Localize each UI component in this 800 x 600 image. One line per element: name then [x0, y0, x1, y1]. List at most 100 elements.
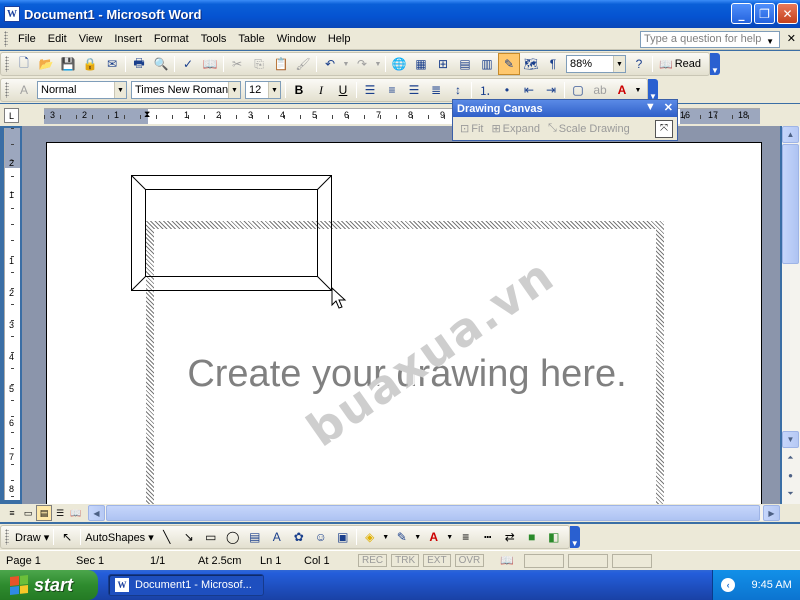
print-icon[interactable]: 🖶 [128, 53, 150, 75]
align-right-icon[interactable]: ☰ [403, 79, 425, 101]
autoshapes-menu-button[interactable]: AutoShapes ▾ [83, 531, 156, 544]
toolbar-grip[interactable] [5, 82, 9, 98]
menu-grip[interactable] [4, 30, 8, 47]
scroll-left-icon[interactable]: ◀ [88, 505, 105, 521]
paste-icon[interactable]: 📋 [270, 53, 292, 75]
toolbar-grip[interactable] [5, 56, 9, 72]
undo-dropdown-icon[interactable]: ▼ [341, 53, 351, 75]
toolbar-options-icon[interactable]: ▼ [569, 526, 580, 548]
font-select[interactable]: Times New Roman ▼ [131, 81, 241, 99]
cut-icon[interactable]: ✂ [226, 53, 248, 75]
document-map-icon[interactable]: 🗺 [520, 53, 542, 75]
status-ext[interactable]: EXT [423, 554, 451, 567]
numbering-icon[interactable]: ⒈ [474, 79, 496, 101]
text-box-icon[interactable]: ▤ [244, 526, 266, 548]
menu-window[interactable]: Window [271, 31, 322, 47]
columns-icon[interactable]: ▥ [476, 53, 498, 75]
tables-borders-icon[interactable]: ▦ [410, 53, 432, 75]
wordart-icon[interactable]: A [266, 526, 288, 548]
insert-table-icon[interactable]: ⊞ [432, 53, 454, 75]
toolbar-options-icon[interactable]: ▼ [710, 53, 720, 75]
horizontal-scroll-thumb[interactable] [106, 505, 760, 521]
menu-format[interactable]: Format [148, 31, 195, 47]
toolbar-options-icon[interactable]: ▼ [648, 79, 658, 101]
italic-button[interactable]: I [310, 79, 332, 101]
insert-excel-icon[interactable]: ▤ [454, 53, 476, 75]
start-button[interactable]: start [0, 570, 98, 600]
web-layout-icon[interactable]: ▭ [20, 505, 36, 521]
close-button[interactable]: ✕ [777, 3, 798, 24]
title-bar[interactable]: W Document1 - Microsoft Word _ ❐ ✕ [0, 0, 800, 28]
menu-view[interactable]: View [73, 31, 109, 47]
scroll-right-icon[interactable]: ▶ [763, 505, 780, 521]
print-preview-icon[interactable]: 🔍 [150, 53, 172, 75]
status-rec[interactable]: REC [358, 554, 388, 567]
spelling-status-icon[interactable]: 📖 [494, 554, 520, 567]
styles-formatting-icon[interactable]: A [13, 79, 35, 101]
open-folder-icon[interactable]: 📂 [35, 53, 57, 75]
document-page[interactable]: Create your drawing here. buaxua.vn [46, 142, 762, 504]
chevron-down-icon[interactable]: ▼ [268, 82, 280, 98]
font-size-select[interactable]: 12 ▼ [245, 81, 281, 99]
align-center-icon[interactable]: ≡ [381, 79, 403, 101]
font-color-dropdown-icon[interactable]: ▼ [445, 526, 455, 548]
spelling-icon[interactable]: ✓ [177, 53, 199, 75]
scroll-up-icon[interactable]: ▲ [782, 126, 799, 143]
draw-menu-button[interactable]: Draw ▾ [13, 531, 51, 544]
line-color-dropdown-icon[interactable]: ▼ [413, 526, 423, 548]
line-style-icon[interactable]: ≡ [455, 526, 477, 548]
decrease-indent-icon[interactable]: ⇤ [518, 79, 540, 101]
justify-icon[interactable]: ≣ [425, 79, 447, 101]
fill-color-icon[interactable]: ◈ [359, 526, 381, 548]
chevron-down-icon[interactable]: ▼ [114, 82, 126, 98]
status-ovr[interactable]: OVR [454, 554, 485, 567]
menu-table[interactable]: Table [232, 31, 270, 47]
fill-color-dropdown-icon[interactable]: ▼ [381, 526, 391, 548]
undo-icon[interactable]: ↶ [319, 53, 341, 75]
menu-help[interactable]: Help [322, 31, 357, 47]
research-icon[interactable]: 📖 [199, 53, 221, 75]
tray-expand-icon[interactable]: ‹ [721, 578, 736, 592]
menu-insert[interactable]: Insert [108, 31, 148, 47]
save-icon[interactable]: 💾 [57, 53, 79, 75]
expand-button[interactable]: ⊞ Expand [488, 122, 543, 136]
style-select[interactable]: Normal ▼ [37, 81, 127, 99]
font-color-dropdown-icon[interactable]: ▼ [633, 79, 643, 101]
help-search-input[interactable]: Type a question for help [640, 31, 780, 48]
picture-icon[interactable]: ▣ [332, 526, 354, 548]
increase-indent-icon[interactable]: ⇥ [540, 79, 562, 101]
menu-tools[interactable]: Tools [195, 31, 233, 47]
drawing-canvas-toolbar-title[interactable]: Drawing Canvas ▼ ✕ [453, 100, 677, 117]
select-objects-icon[interactable]: ↖ [56, 526, 78, 548]
format-painter-icon[interactable]: 🖌 [292, 53, 314, 75]
next-page-icon[interactable]: ⏷ [782, 485, 799, 502]
dash-style-icon[interactable]: ┅ [477, 526, 499, 548]
align-left-icon[interactable]: ☰ [359, 79, 381, 101]
bevel-shape[interactable] [131, 175, 332, 291]
drawing-icon[interactable]: ✎ [498, 53, 520, 75]
oval-tool-icon[interactable]: ◯ [222, 526, 244, 548]
help-dropdown-icon[interactable]: ▼ [766, 37, 774, 46]
chevron-down-icon[interactable]: ▼ [228, 82, 240, 98]
help-icon[interactable]: ? [628, 53, 650, 75]
diagram-icon[interactable]: ✿ [288, 526, 310, 548]
permission-icon[interactable]: 🔒 [79, 53, 101, 75]
taskbar-item-document1[interactable]: W Document1 - Microsof... [108, 574, 264, 596]
previous-page-icon[interactable]: ⏶ [782, 449, 799, 466]
indent-marker-icon[interactable]: ⧗ [144, 109, 150, 120]
arrow-style-icon[interactable]: ⇄ [499, 526, 521, 548]
status-trk[interactable]: TRK [391, 554, 420, 567]
shadow-style-icon[interactable]: ■ [521, 526, 543, 548]
highlight-icon[interactable]: ab [589, 79, 611, 101]
normal-view-icon[interactable]: ≡ [4, 505, 20, 521]
borders-icon[interactable]: ▢ [567, 79, 589, 101]
fit-button[interactable]: ⊡ Fit [457, 122, 486, 136]
rectangle-tool-icon[interactable]: ▭ [200, 526, 222, 548]
bullets-icon[interactable]: • [496, 79, 518, 101]
email-icon[interactable]: ✉ [101, 53, 123, 75]
font-color-icon[interactable]: A [611, 79, 633, 101]
menu-file[interactable]: File [12, 31, 42, 47]
close-icon[interactable]: ✕ [664, 101, 673, 114]
maximize-button[interactable]: ❐ [754, 3, 775, 24]
word-app-icon[interactable]: W [4, 6, 20, 22]
